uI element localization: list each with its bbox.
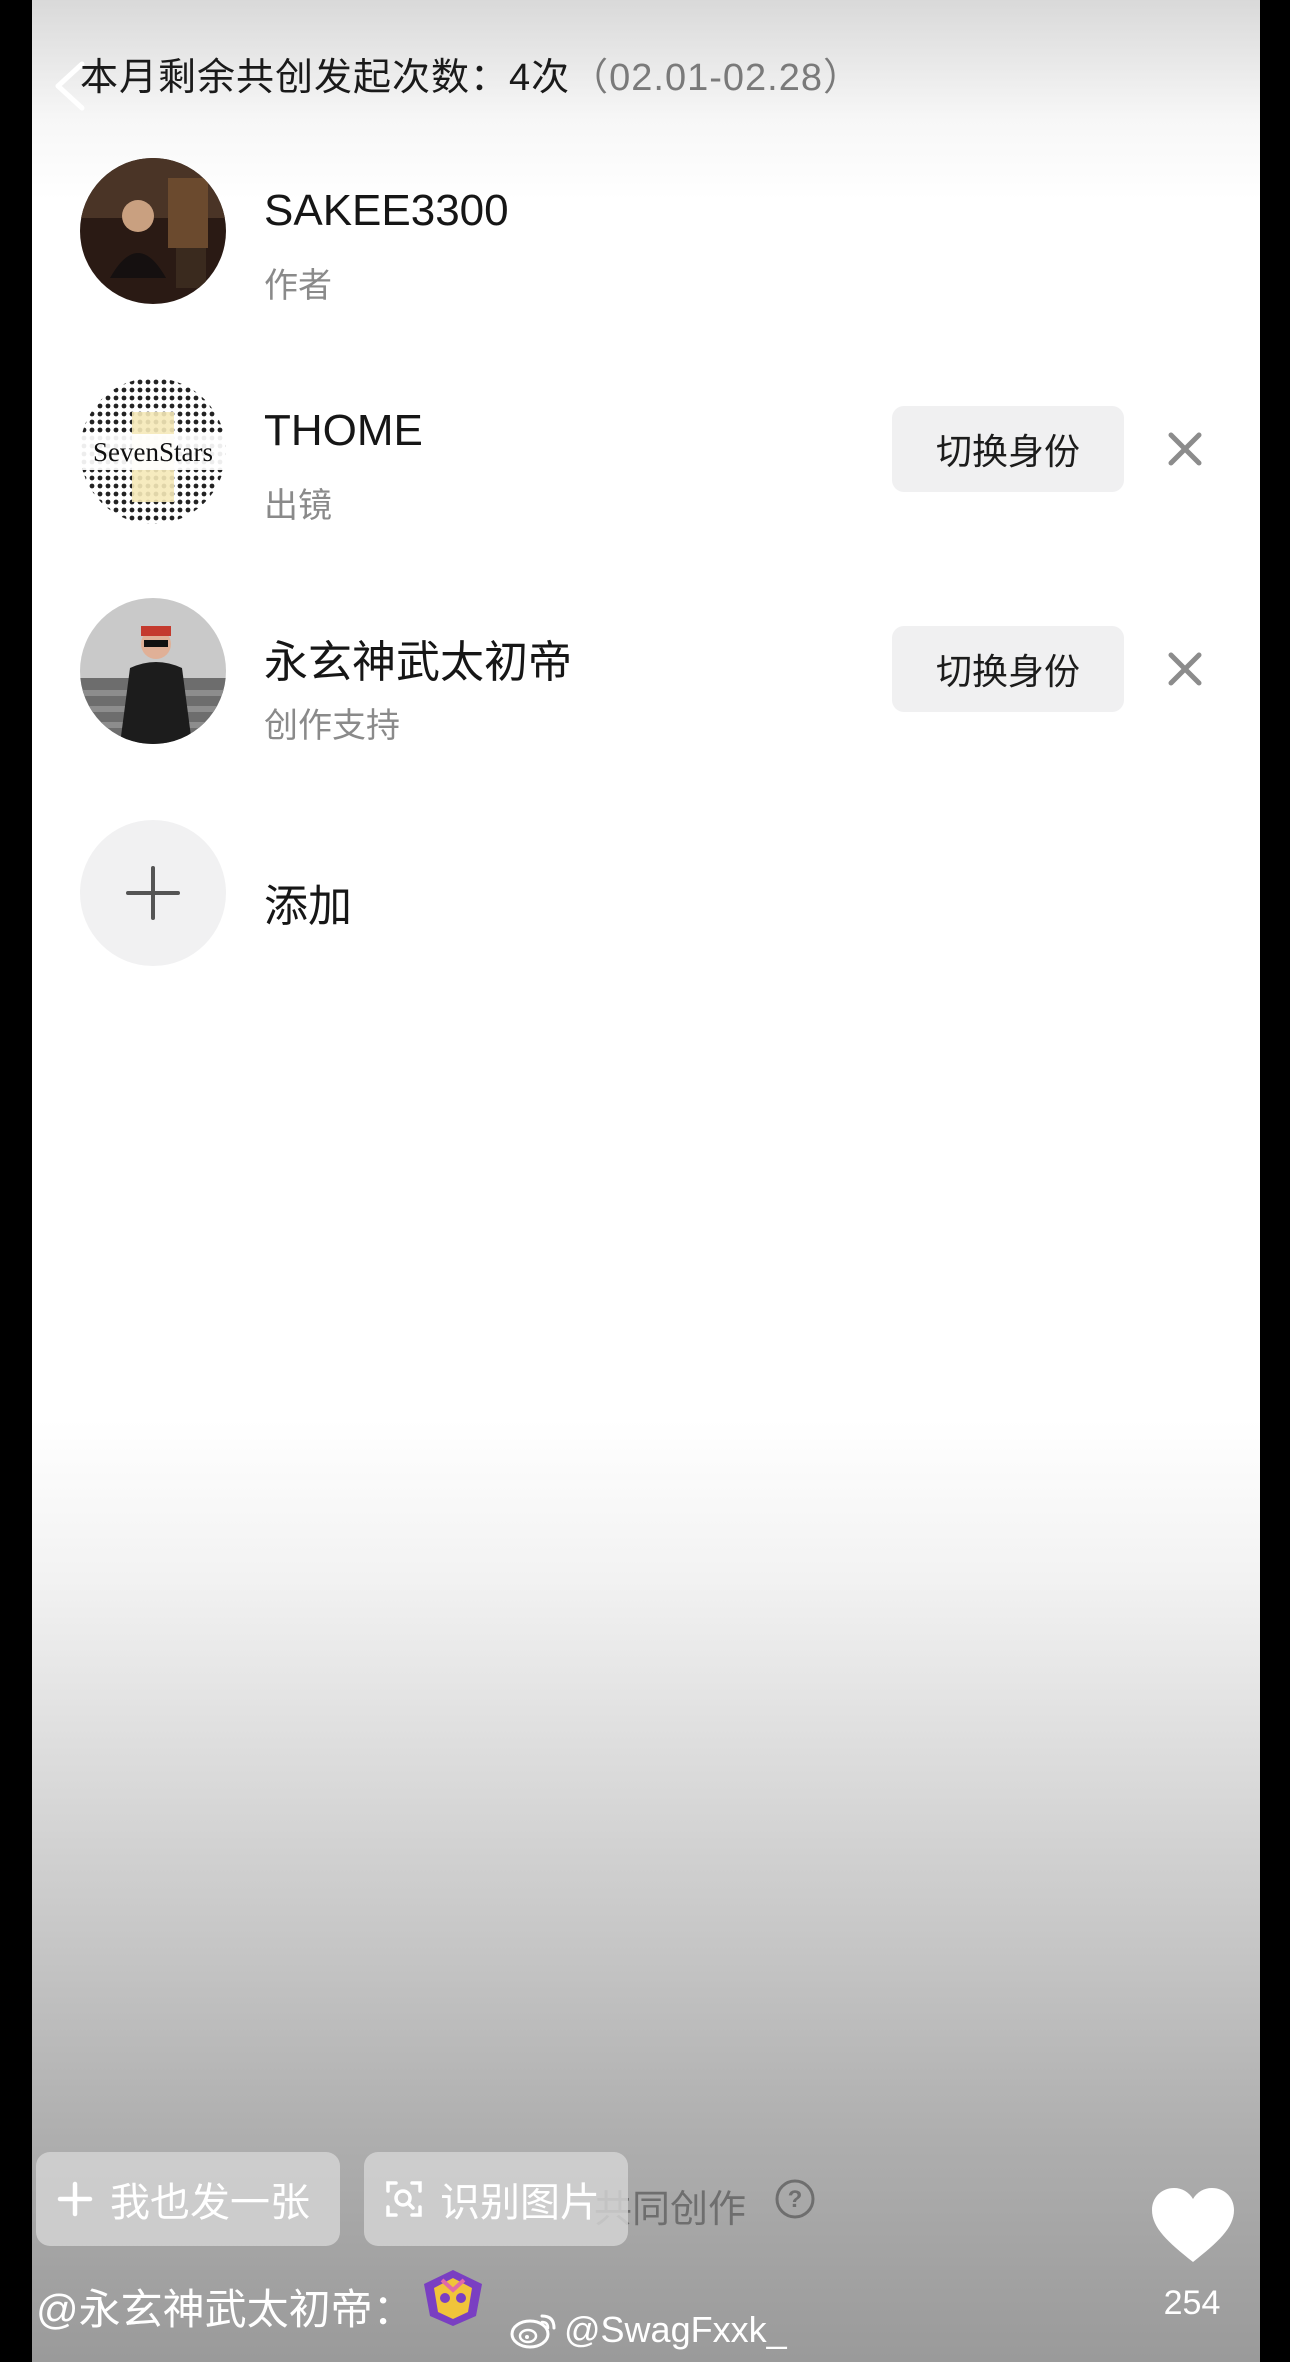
co-creation-panel (32, 0, 1260, 2362)
heart-icon[interactable] (1148, 2184, 1238, 2266)
avatar[interactable] (80, 598, 226, 744)
author-handle[interactable]: @永玄神武太初帝： (36, 2276, 415, 2337)
question-mark-icon[interactable]: ? (774, 2178, 816, 2220)
add-member-row[interactable]: 添加 (80, 820, 680, 970)
member-row-appearance[interactable]: SevenStars THOME 出镜 切换身份 (80, 378, 1220, 528)
quota-info: 本月剩余共创发起次数：4次（02.01-02.28） (80, 46, 862, 101)
like-count: 254 (1163, 2284, 1221, 2322)
avatar[interactable]: SevenStars (80, 378, 226, 524)
weibo-logo-icon (510, 2314, 556, 2349)
watermark-text: @SwagFxxk_ (564, 2309, 787, 2350)
member-role: 作者 (264, 267, 332, 305)
emoji-badge-icon (424, 2270, 482, 2326)
screen: 本月剩余共创发起次数：4次（02.01-02.28） SAKEE3300 作者 (0, 0, 1290, 2362)
close-icon[interactable] (1162, 426, 1208, 472)
scan-icon (386, 2181, 422, 2217)
post-too-button[interactable]: 我也发一张 (36, 2152, 340, 2246)
add-label: 添加 (264, 882, 352, 931)
switch-role-button[interactable]: 切换身份 (892, 406, 1124, 492)
post-too-label: 我也发一张 (110, 2181, 310, 2225)
close-icon[interactable] (1162, 646, 1208, 692)
quota-range: （02.01-02.28） (570, 57, 862, 99)
member-row-support[interactable]: 永玄神武太初帝 创作支持 切换身份 (80, 598, 1220, 748)
avatar-logo-text: SevenStars (93, 437, 213, 467)
member-row-author[interactable]: SAKEE3300 作者 (80, 158, 1220, 308)
member-name: SAKEE3300 (264, 186, 509, 235)
quota-label: 本月剩余共创发起次数：4次 (80, 57, 571, 99)
plus-icon (57, 2181, 93, 2217)
avatar[interactable] (80, 158, 226, 304)
plus-icon (126, 866, 180, 920)
member-role: 创作支持 (264, 707, 400, 745)
svg-text:?: ? (788, 2186, 803, 2213)
member-name: THOME (264, 406, 423, 455)
recognize-image-label: 识别图片 (440, 2181, 600, 2225)
member-name: 永玄神武太初帝 (264, 638, 572, 687)
add-button[interactable] (80, 820, 226, 966)
switch-role-button[interactable]: 切换身份 (892, 626, 1124, 712)
recognize-image-button[interactable]: 识别图片 (364, 2152, 628, 2246)
member-role: 出镜 (264, 487, 332, 525)
weibo-watermark: @SwagFxxk_ (510, 2306, 787, 2354)
